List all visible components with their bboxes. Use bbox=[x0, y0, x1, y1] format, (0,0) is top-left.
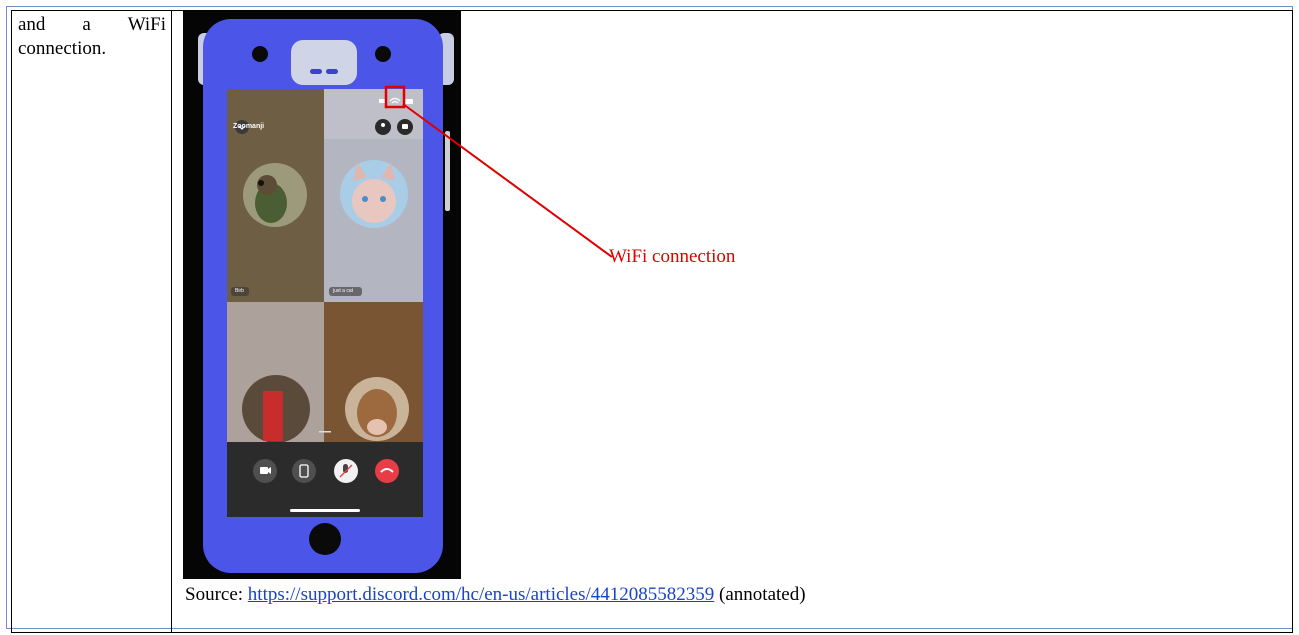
source-link[interactable]: https://support.discord.com/hc/en-us/art… bbox=[248, 584, 715, 605]
wifi-highlight-box bbox=[384, 85, 406, 109]
source-suffix: (annotated) bbox=[714, 584, 806, 605]
annotation-overlay bbox=[384, 85, 613, 258]
source-line: Source: https://support.discord.com/hc/e… bbox=[185, 584, 806, 606]
wifi-annotation-label: WiFi connection bbox=[609, 246, 736, 267]
source-prefix: Source: bbox=[185, 584, 248, 605]
annotation-arrow bbox=[402, 103, 613, 258]
